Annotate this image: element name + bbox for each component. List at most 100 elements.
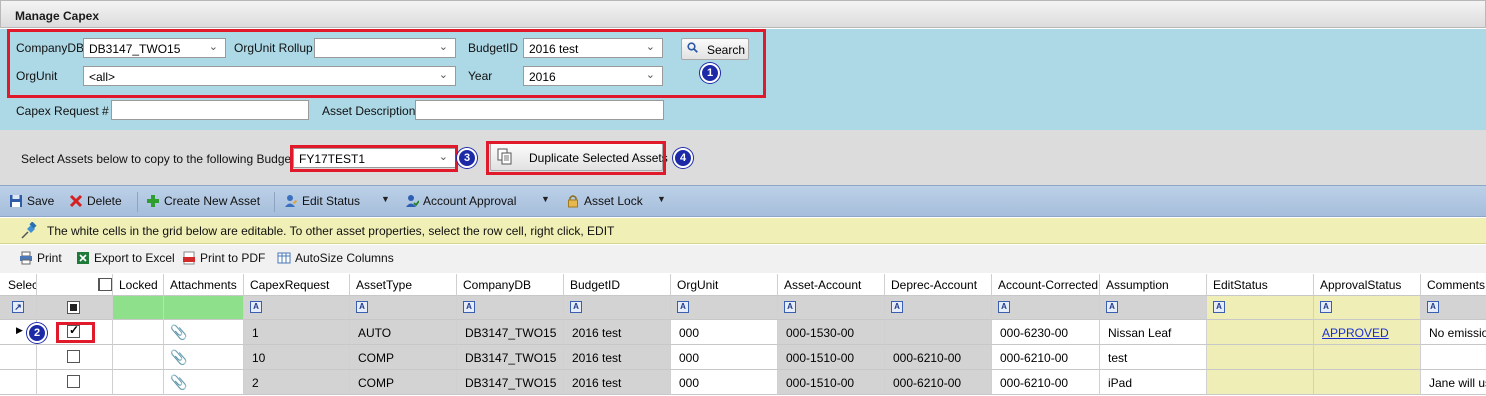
- account-approval-caret-icon[interactable]: ▼: [541, 194, 550, 204]
- attachments-cell[interactable]: 📎: [164, 320, 244, 345]
- column-header-assumption[interactable]: Assumption: [1100, 274, 1207, 296]
- create-new-asset-button[interactable]: Create New Asset: [146, 194, 260, 208]
- deprec-account-cell[interactable]: [885, 320, 992, 345]
- filter-row-cell[interactable]: [164, 296, 244, 320]
- edit-status-cell[interactable]: [1207, 370, 1314, 395]
- filter-checkbox[interactable]: [67, 301, 80, 314]
- row-select-checkbox[interactable]: [67, 350, 80, 363]
- column-header-capexrequest[interactable]: CapexRequest: [244, 274, 350, 296]
- deprec-account-cell[interactable]: 000-6210-00: [885, 345, 992, 370]
- account-corrected-cell[interactable]: 000-6230-00: [992, 320, 1100, 345]
- filter-row-cell[interactable]: A: [1100, 296, 1207, 320]
- select-cell[interactable]: [37, 370, 113, 395]
- asset-lock-button[interactable]: Asset Lock: [566, 194, 643, 208]
- column-header-asset-account[interactable]: Asset-Account: [778, 274, 885, 296]
- filter-row-cell[interactable]: A: [244, 296, 350, 320]
- edit-status-cell[interactable]: [1207, 345, 1314, 370]
- row-indicator[interactable]: [0, 345, 37, 370]
- asset-type-cell[interactable]: AUTO: [350, 320, 457, 345]
- column-header-assettype[interactable]: AssetType: [350, 274, 457, 296]
- column-header-comments[interactable]: Comments: [1421, 274, 1486, 296]
- company-db-cell[interactable]: DB3147_TWO15: [457, 345, 564, 370]
- company-db-cell[interactable]: DB3147_TWO15: [457, 320, 564, 345]
- assumption-cell[interactable]: test: [1100, 345, 1207, 370]
- autosize-columns-button[interactable]: AutoSize Columns: [277, 251, 394, 265]
- locked-cell[interactable]: [113, 320, 164, 345]
- assumption-cell[interactable]: iPad: [1100, 370, 1207, 395]
- comments-cell[interactable]: [1421, 345, 1486, 370]
- approval-status-cell[interactable]: [1314, 370, 1421, 395]
- capex-request-cell[interactable]: 10: [244, 345, 350, 370]
- locked-cell[interactable]: [113, 345, 164, 370]
- filter-row-cell[interactable]: A: [992, 296, 1100, 320]
- company-db-cell[interactable]: DB3147_TWO15: [457, 370, 564, 395]
- filter-row-cell[interactable]: A: [350, 296, 457, 320]
- filter-row-cell[interactable]: A: [1421, 296, 1486, 320]
- filter-icon[interactable]: A: [356, 301, 368, 313]
- filter-icon[interactable]: A: [1320, 301, 1332, 313]
- asset-account-cell[interactable]: 000-1530-00: [778, 320, 885, 345]
- locked-cell[interactable]: [113, 370, 164, 395]
- orgunit-cell[interactable]: 000: [671, 370, 778, 395]
- row-select-checkbox[interactable]: [67, 375, 80, 388]
- deprec-account-cell[interactable]: 000-6210-00: [885, 370, 992, 395]
- asset-account-cell[interactable]: 000-1510-00: [778, 370, 885, 395]
- approval-status-link[interactable]: APPROVED: [1322, 326, 1389, 340]
- column-header-orgunit[interactable]: OrgUnit: [671, 274, 778, 296]
- budget-id-cell[interactable]: 2016 test: [564, 345, 671, 370]
- filter-row-cell[interactable]: ↗: [0, 296, 37, 320]
- filter-icon[interactable]: A: [1427, 301, 1439, 313]
- filter-icon[interactable]: A: [570, 301, 582, 313]
- filter-row-cell[interactable]: A: [564, 296, 671, 320]
- orgunit-cell[interactable]: 000: [671, 320, 778, 345]
- asset-type-cell[interactable]: COMP: [350, 370, 457, 395]
- attachments-cell[interactable]: 📎: [164, 345, 244, 370]
- column-header-approvalstatus[interactable]: ApprovalStatus: [1314, 274, 1421, 296]
- filter-icon[interactable]: A: [891, 301, 903, 313]
- account-approval-button[interactable]: Account Approval: [405, 194, 516, 208]
- filter-icon[interactable]: A: [677, 301, 689, 313]
- filter-row-cell[interactable]: A: [671, 296, 778, 320]
- column-header-editstatus[interactable]: EditStatus: [1207, 274, 1314, 296]
- edit-status-cell[interactable]: [1207, 320, 1314, 345]
- locked-header-checkbox[interactable]: [99, 278, 112, 291]
- edit-status-caret-icon[interactable]: ▼: [381, 194, 390, 204]
- filter-icon[interactable]: A: [1106, 301, 1118, 313]
- filter-icon[interactable]: A: [1213, 301, 1225, 313]
- budget-id-cell[interactable]: 2016 test: [564, 320, 671, 345]
- column-header-companydb[interactable]: CompanyDB: [457, 274, 564, 296]
- row-indicator[interactable]: [0, 370, 37, 395]
- paperclip-icon[interactable]: 📎: [170, 324, 187, 341]
- capex-request-cell[interactable]: 2: [244, 370, 350, 395]
- column-header-select[interactable]: Select: [0, 274, 37, 296]
- capex-request-input[interactable]: [111, 100, 309, 120]
- column-header-budgetid[interactable]: BudgetID: [564, 274, 671, 296]
- asset-account-cell[interactable]: 000-1510-00: [778, 345, 885, 370]
- filter-row-cell[interactable]: [113, 296, 164, 320]
- filter-icon[interactable]: A: [463, 301, 475, 313]
- account-corrected-cell[interactable]: 000-6210-00: [992, 345, 1100, 370]
- comments-cell[interactable]: No emissio: [1421, 320, 1486, 345]
- asset-type-cell[interactable]: COMP: [350, 345, 457, 370]
- assumption-cell[interactable]: Nissan Leaf: [1100, 320, 1207, 345]
- filter-icon[interactable]: A: [998, 301, 1010, 313]
- column-header-deprec-account[interactable]: Deprec-Account: [885, 274, 992, 296]
- filter-row-cell[interactable]: A: [1314, 296, 1421, 320]
- print-to-pdf-button[interactable]: Print to PDF: [182, 251, 265, 265]
- attachments-cell[interactable]: 📎: [164, 370, 244, 395]
- paperclip-icon[interactable]: 📎: [170, 374, 187, 391]
- approval-status-cell[interactable]: APPROVED: [1314, 320, 1421, 345]
- comments-cell[interactable]: Jane will us: [1421, 370, 1486, 395]
- asset-description-input[interactable]: [415, 100, 664, 120]
- filter-icon[interactable]: A: [250, 301, 262, 313]
- budget-id-cell[interactable]: 2016 test: [564, 370, 671, 395]
- filter-row-cell[interactable]: [37, 296, 113, 320]
- select-cell[interactable]: [37, 345, 113, 370]
- filter-row-cell[interactable]: A: [885, 296, 992, 320]
- edit-status-button[interactable]: Edit Status: [284, 194, 360, 208]
- filter-row-cell[interactable]: A: [1207, 296, 1314, 320]
- delete-button[interactable]: Delete: [69, 194, 122, 208]
- save-button[interactable]: Save: [9, 194, 54, 208]
- account-corrected-cell[interactable]: 000-6210-00: [992, 370, 1100, 395]
- filter-row-cell[interactable]: A: [778, 296, 885, 320]
